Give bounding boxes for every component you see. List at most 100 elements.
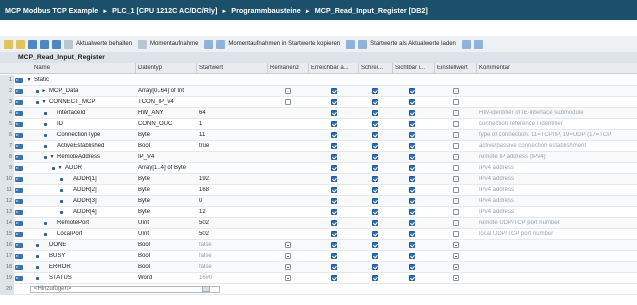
start-value-cell[interactable]: 502 xyxy=(199,231,209,237)
table-row[interactable]: 7 ActiveEstablished Bool true active/passive… xyxy=(0,141,637,152)
start-value-cell[interactable]: true xyxy=(199,143,209,149)
column-header-writable[interactable]: Schrei... xyxy=(361,65,391,71)
start-value-cell[interactable]: 12 xyxy=(199,209,206,215)
name-cell[interactable]: ADDR[3] xyxy=(58,198,97,204)
accessible-checkbox[interactable] xyxy=(331,242,337,248)
setpoint-checkbox[interactable] xyxy=(453,121,459,127)
name-cell[interactable]: ▼ RemoteAddress xyxy=(42,154,100,160)
datatype-cell[interactable]: TCON_IP_v4 xyxy=(138,99,194,105)
accessible-checkbox[interactable] xyxy=(331,264,337,270)
start-value-cell[interactable]: 11 xyxy=(199,132,205,138)
writable-checkbox[interactable] xyxy=(372,198,378,204)
row-number[interactable]: 19 xyxy=(0,273,14,284)
writable-checkbox[interactable] xyxy=(372,209,378,215)
column-header-retain[interactable]: Remanenz xyxy=(270,65,299,71)
retain-checkbox[interactable] xyxy=(285,99,291,105)
row-number[interactable]: 3 xyxy=(0,97,14,108)
writable-checkbox[interactable] xyxy=(372,220,378,226)
row-number[interactable]: 5 xyxy=(0,119,14,130)
setpoint-checkbox[interactable] xyxy=(453,231,459,237)
setpoint-checkbox[interactable] xyxy=(453,165,459,171)
setpoint-checkbox[interactable] xyxy=(453,253,459,259)
add-row[interactable]: 20 <Hinzufügen> xyxy=(0,284,637,295)
collapse-icon[interactable]: ▼ xyxy=(26,77,32,83)
accessible-checkbox[interactable] xyxy=(331,231,337,237)
accessible-checkbox[interactable] xyxy=(331,99,337,105)
accessible-checkbox[interactable] xyxy=(331,209,337,215)
comment-cell[interactable]: IPv4 address xyxy=(479,187,635,193)
keep-actual-values-button[interactable]: Aktualwerte behalten xyxy=(76,41,132,47)
setpoint-checkbox[interactable] xyxy=(453,99,459,105)
start-value-cell[interactable]: 64 xyxy=(199,110,206,116)
copy-snapshot-alt-icon[interactable] xyxy=(216,39,226,49)
column-header-visible[interactable]: Sichtbar i... xyxy=(395,65,433,71)
writable-checkbox[interactable] xyxy=(372,99,378,105)
datatype-cell[interactable]: Bool xyxy=(138,242,194,248)
setpoint-checkbox[interactable] xyxy=(453,198,459,204)
comment-cell[interactable]: connection reference / identifier xyxy=(479,121,635,127)
visible-checkbox[interactable] xyxy=(409,209,415,215)
row-number[interactable]: 17 xyxy=(0,251,14,262)
datatype-cell[interactable]: Array[0..64] of Int xyxy=(138,88,194,94)
visible-checkbox[interactable] xyxy=(409,110,415,116)
table-row[interactable]: 11 ADDR[2] Byte 168 IPv4 address xyxy=(0,185,637,196)
setpoint-checkbox[interactable] xyxy=(453,88,459,94)
writable-checkbox[interactable] xyxy=(372,242,378,248)
datatype-cell[interactable]: Byte xyxy=(138,198,194,204)
writable-checkbox[interactable] xyxy=(372,231,378,237)
name-cell[interactable]: ADDR[4] xyxy=(58,209,97,215)
visible-checkbox[interactable] xyxy=(409,132,415,138)
name-cell[interactable]: ► MCP_Data xyxy=(34,88,78,94)
row-number[interactable]: 9 xyxy=(0,163,14,174)
datatype-cell[interactable]: HW_ANY xyxy=(138,110,194,116)
comment-cell[interactable]: remote IP address (IPv4) xyxy=(479,154,635,160)
table-row[interactable]: 1 ▼ Static xyxy=(0,75,637,86)
setpoint-checkbox[interactable] xyxy=(453,154,459,160)
datatype-cell[interactable]: Array[1..4] of Byte xyxy=(138,165,194,171)
table-row[interactable]: 10 ADDR[1] Byte 192 IPv4 address xyxy=(0,174,637,185)
visible-checkbox[interactable] xyxy=(409,154,415,160)
datatype-cell[interactable]: Word xyxy=(138,275,194,281)
accessible-checkbox[interactable] xyxy=(331,121,337,127)
snapshot-button[interactable]: Momentaufnahme xyxy=(150,41,198,47)
table-row[interactable]: 17 BUSY Bool false xyxy=(0,251,637,262)
expand-icon[interactable]: ► xyxy=(41,88,47,94)
writable-checkbox[interactable] xyxy=(372,110,378,116)
table-row[interactable]: 4 InterfaceId HW_ANY 64 HW-identifier of IE-… xyxy=(0,108,637,119)
retain-checkbox[interactable] xyxy=(285,253,291,259)
retain-checkbox[interactable] xyxy=(285,242,291,248)
column-header-name[interactable]: Name xyxy=(34,65,50,71)
setpoint-checkbox[interactable] xyxy=(453,176,459,182)
monitor-icon[interactable] xyxy=(64,39,73,49)
visible-checkbox[interactable] xyxy=(409,165,415,171)
visible-checkbox[interactable] xyxy=(409,264,415,270)
setpoint-checkbox[interactable] xyxy=(453,143,459,149)
breadcrumb-plc[interactable]: PLC_1 [CPU 1212C AC/DC/Rly] xyxy=(112,6,217,15)
table-row[interactable]: 3 ▼ CONNECT_MCP TCON_IP_v4 xyxy=(0,97,637,108)
table-row[interactable]: 12 ADDR[3] Byte 0 IPv4 address xyxy=(0,196,637,207)
name-cell[interactable]: ID xyxy=(42,121,63,127)
breadcrumb-program-blocks[interactable]: Programmbausteine xyxy=(231,6,301,15)
retain-checkbox[interactable] xyxy=(285,275,291,281)
visible-checkbox[interactable] xyxy=(409,198,415,204)
writable-checkbox[interactable] xyxy=(372,176,378,182)
accessible-checkbox[interactable] xyxy=(331,132,337,138)
datatype-cell[interactable]: Byte xyxy=(138,209,194,215)
writable-checkbox[interactable] xyxy=(372,143,378,149)
comment-cell[interactable]: IPv4 address xyxy=(479,198,635,204)
name-cell[interactable]: InterfaceId xyxy=(42,110,85,116)
name-cell[interactable]: ActiveEstablished xyxy=(42,143,104,149)
table-row[interactable]: 14 RemotePort UInt 502 remote UDP/TCP port n… xyxy=(0,218,637,229)
accessible-checkbox[interactable] xyxy=(331,220,337,226)
datatype-cell[interactable]: Bool xyxy=(138,143,194,149)
table-row[interactable]: 13 ADDR[4] Byte 12 IPv4 address xyxy=(0,207,637,218)
accessible-checkbox[interactable] xyxy=(331,275,337,281)
comment-cell[interactable]: HW-identifier of IE-interface submodule xyxy=(479,110,635,116)
writable-checkbox[interactable] xyxy=(372,264,378,270)
row-number[interactable]: 1 xyxy=(0,75,14,86)
datatype-cell[interactable]: CONN_OUC xyxy=(138,121,194,127)
table-row[interactable]: 15 LocalPort UInt 502 local UDP/TCP port num… xyxy=(0,229,637,240)
load-start-values-as-actual-button[interactable]: Startwerte als Aktualwerte laden xyxy=(370,41,456,47)
name-cell[interactable]: ▼ ADDR xyxy=(50,165,82,171)
column-header-accessible[interactable]: Erreichbar a... xyxy=(311,65,357,71)
